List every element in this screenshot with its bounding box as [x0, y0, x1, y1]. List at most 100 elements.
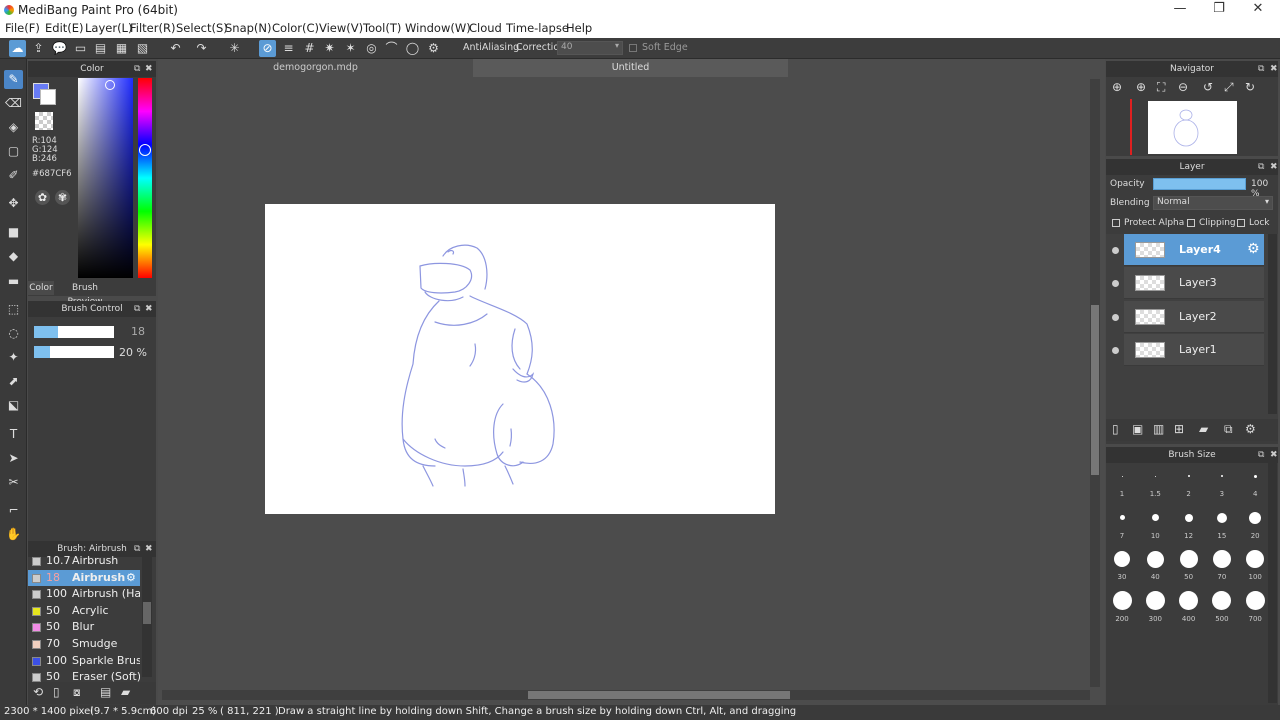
- brush-size-option[interactable]: 300: [1140, 591, 1170, 623]
- clipping-checkbox[interactable]: [1187, 219, 1195, 227]
- snap-settings-icon[interactable]: ⚙: [425, 40, 442, 57]
- select-eraser-icon[interactable]: ⬕: [4, 396, 23, 415]
- menu-edit[interactable]: Edit(E): [45, 21, 84, 35]
- popout-icon[interactable]: ⧉: [134, 61, 140, 77]
- new-brush-icon[interactable]: ▯: [53, 685, 60, 699]
- menu-timelapse[interactable]: Time-lapse: [506, 21, 569, 35]
- layer-row[interactable]: Layer3: [1124, 267, 1264, 300]
- pen-tool-icon[interactable]: ✐: [4, 166, 23, 185]
- layer-row[interactable]: Layer2: [1124, 300, 1264, 333]
- brush-item[interactable]: 100 Sparkle Brush: [28, 653, 140, 670]
- circle-snap-icon[interactable]: ◯: [404, 40, 421, 57]
- brush-tool-icon[interactable]: ✎: [4, 70, 23, 89]
- duplicate-layer-icon[interactable]: ⧉: [1224, 422, 1233, 437]
- horizontal-scrollbar-thumb[interactable]: [528, 691, 790, 699]
- new-8bit-layer-icon[interactable]: ▥: [1153, 422, 1164, 436]
- close-panel-icon[interactable]: ✖: [145, 301, 153, 317]
- horizontal-scrollbar[interactable]: [162, 690, 1090, 700]
- operation-tool-icon[interactable]: ➤: [4, 449, 23, 468]
- brush-size-option[interactable]: 1: [1107, 475, 1137, 498]
- brush-size-option[interactable]: 100: [1240, 550, 1270, 581]
- eyedropper-icon[interactable]: ⌐: [4, 501, 23, 520]
- fit-window-icon[interactable]: ⛶: [1157, 80, 1165, 95]
- eraser-tool-icon[interactable]: ⌫: [4, 94, 23, 113]
- brush-menu-icon[interactable]: ⧇: [73, 685, 81, 700]
- upload-icon[interactable]: ⇪: [30, 40, 47, 57]
- protect-alpha-checkbox[interactable]: [1112, 219, 1120, 227]
- brush-opacity-slider[interactable]: [34, 346, 114, 358]
- blending-select[interactable]: Normal ▾: [1153, 196, 1273, 210]
- popout-icon[interactable]: ⧉: [1258, 159, 1264, 175]
- grid-snap-icon[interactable]: #: [301, 40, 318, 57]
- divide-tool-icon[interactable]: ✂: [4, 473, 23, 492]
- brush-size-slider[interactable]: [34, 326, 114, 338]
- close-panel-icon[interactable]: ✖: [145, 61, 153, 77]
- rotate-left-icon[interactable]: ↺: [1203, 80, 1213, 94]
- menu-view[interactable]: View(V): [319, 21, 363, 35]
- brush-item[interactable]: 70 Smudge: [28, 636, 140, 653]
- zoom-out-icon[interactable]: ⊖: [1178, 80, 1188, 94]
- chat-icon[interactable]: ▭: [72, 40, 89, 57]
- perspective-snap-icon[interactable]: ✶: [342, 40, 359, 57]
- add-layer-menu-icon[interactable]: ⊞: [1174, 422, 1184, 436]
- rectangle-tool-icon[interactable]: ▢: [4, 142, 23, 161]
- brush-size-option[interactable]: 2: [1174, 475, 1204, 498]
- zoom-plus-icon[interactable]: ⊕: [1136, 80, 1146, 94]
- cloud-icon[interactable]: ☁: [9, 40, 26, 57]
- brush-size-option[interactable]: 20: [1240, 511, 1270, 540]
- select-rect-icon[interactable]: ⬚: [4, 300, 23, 319]
- drawing-canvas[interactable]: [265, 204, 775, 514]
- new-layer-icon[interactable]: ▯: [1112, 422, 1119, 436]
- layer-opacity-slider[interactable]: [1153, 178, 1246, 190]
- new-halftone-layer-icon[interactable]: ▣: [1132, 422, 1143, 436]
- select-pen-icon[interactable]: ⬈: [4, 372, 23, 391]
- fit-screen-icon[interactable]: ⤢: [1224, 80, 1234, 95]
- layer-list-scrollbar[interactable]: [1268, 234, 1277, 414]
- brush-size-value[interactable]: 18: [120, 325, 145, 338]
- brush-copy-icon[interactable]: ▤: [100, 685, 111, 699]
- minimize-icon[interactable]: —: [1160, 1, 1200, 16]
- tab-demogorgon[interactable]: demogorgon.mdp: [158, 59, 473, 77]
- layer-visibility-icon[interactable]: [1112, 346, 1119, 354]
- menu-snap[interactable]: Snap(N): [225, 21, 272, 35]
- layer-visibility-icon[interactable]: [1112, 313, 1119, 321]
- palette-icon[interactable]: ✿: [35, 190, 50, 205]
- brush-size-option[interactable]: 10: [1140, 514, 1170, 540]
- edit-page-icon[interactable]: ▧: [134, 40, 151, 57]
- add-brush-icon[interactable]: ⟲: [33, 685, 43, 699]
- brush-item[interactable]: 50 Blur: [28, 619, 140, 636]
- text-tool-icon[interactable]: T: [4, 425, 23, 444]
- rotate-right-icon[interactable]: ↻: [1245, 80, 1255, 94]
- soft-edge-checkbox[interactable]: [629, 44, 637, 52]
- radial-snap-icon[interactable]: ✷: [321, 40, 338, 57]
- bucket-tool-icon[interactable]: ◆: [4, 247, 23, 266]
- popout-icon[interactable]: ⧉: [1258, 447, 1264, 463]
- redo-icon[interactable]: ↷: [193, 40, 210, 57]
- page-icon[interactable]: ▤: [92, 40, 109, 57]
- menu-filter[interactable]: Filter(R): [130, 21, 175, 35]
- parallel-snap-icon[interactable]: ≡: [280, 40, 297, 57]
- hue-cursor[interactable]: [139, 144, 151, 156]
- palette-settings-icon[interactable]: ✾: [55, 190, 70, 205]
- popout-icon[interactable]: ⧉: [1258, 61, 1264, 77]
- scrollbar-thumb[interactable]: [143, 602, 151, 624]
- brush-folder-icon[interactable]: ▰: [121, 685, 130, 699]
- layer-settings-icon[interactable]: ⚙: [1247, 241, 1260, 257]
- brush-size-option[interactable]: 7: [1107, 515, 1137, 540]
- grid-page-icon[interactable]: ▦: [113, 40, 130, 57]
- gradient-tool-icon[interactable]: ▬: [4, 272, 23, 291]
- close-panel-icon[interactable]: ✖: [1270, 61, 1278, 77]
- menu-color[interactable]: Color(C): [272, 21, 319, 35]
- brush-size-option[interactable]: 200: [1107, 591, 1137, 623]
- snap-off-icon[interactable]: ⊘: [259, 40, 276, 57]
- layer-visibility-icon[interactable]: [1112, 247, 1119, 254]
- brush-settings-icon[interactable]: ⚙: [126, 571, 136, 584]
- correction-select[interactable]: 40 ▾: [557, 41, 623, 55]
- curve-snap-icon[interactable]: ⌒: [383, 40, 400, 57]
- close-panel-icon[interactable]: ✖: [1270, 159, 1278, 175]
- menu-window[interactable]: Window(W): [405, 21, 471, 35]
- menu-layer[interactable]: Layer(L): [85, 21, 132, 35]
- move-tool-icon[interactable]: ✥: [4, 194, 23, 213]
- brush-item[interactable]: 100 Airbrush (Hard): [28, 586, 140, 603]
- menu-select[interactable]: Select(S): [176, 21, 228, 35]
